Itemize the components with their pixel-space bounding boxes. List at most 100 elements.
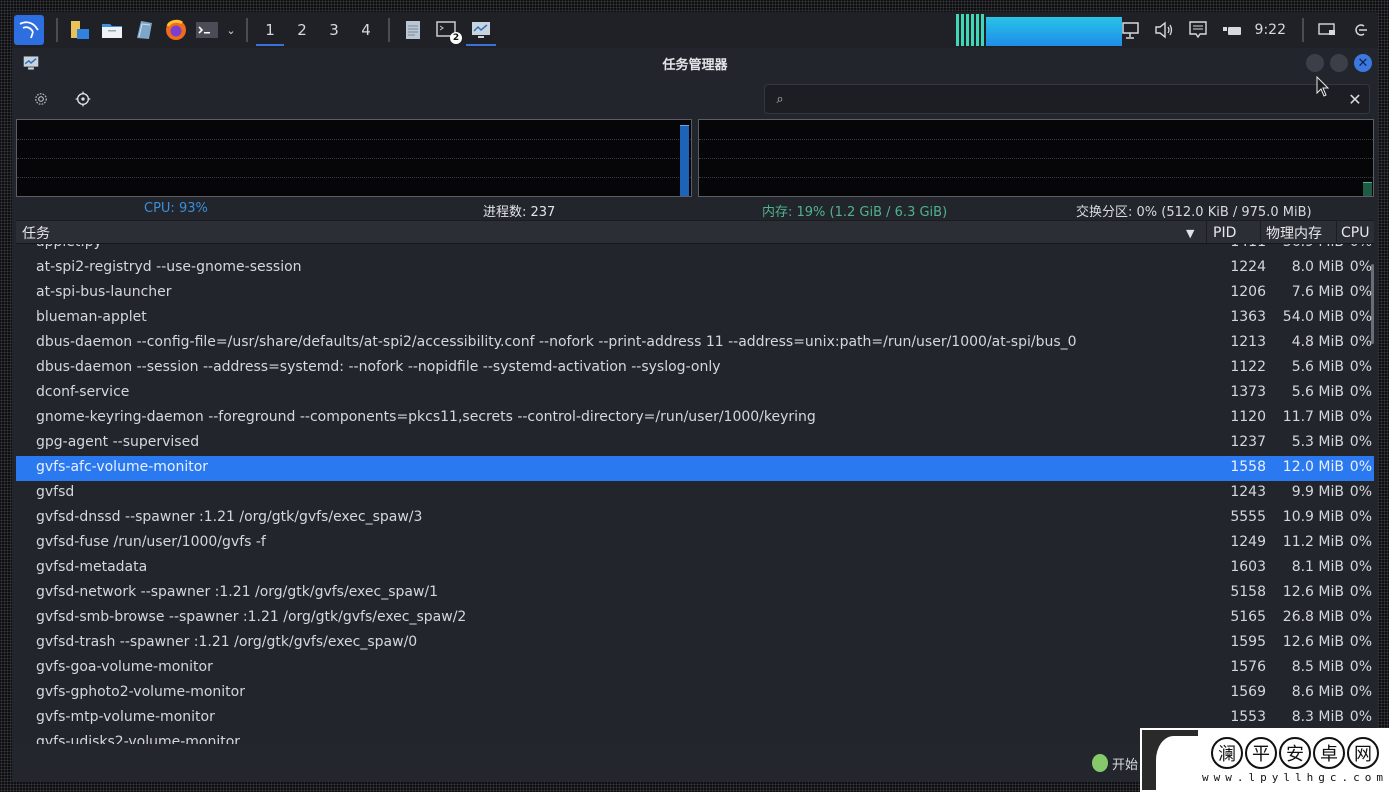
column-memory[interactable]: 物理内存 bbox=[1260, 221, 1336, 245]
process-name: dconf-service bbox=[36, 384, 130, 400]
process-cpu: 0% bbox=[1349, 584, 1372, 600]
process-name: gvfsd-metadata bbox=[36, 559, 148, 575]
process-memory: 12.6 MiB bbox=[1282, 584, 1344, 600]
process-memory: 8.6 MiB bbox=[1291, 684, 1344, 700]
process-memory: 12.6 MiB bbox=[1282, 634, 1344, 650]
watermark: 澜 平 安 卓 网 www.lpyllhgc.com bbox=[1140, 728, 1389, 792]
process-cpu: 0% bbox=[1349, 534, 1372, 550]
process-name: gvfsd-smb-browse --spawner :1.21 /org/gt… bbox=[36, 609, 467, 625]
process-row[interactable]: dconf-service 1373 5.6 MiB 0% bbox=[16, 381, 1374, 406]
process-memory: 8.1 MiB bbox=[1291, 559, 1344, 575]
process-cpu: 0% bbox=[1349, 484, 1372, 500]
process-name: applet.py bbox=[36, 244, 102, 250]
process-row[interactable]: gvfsd-trash --spawner :1.21 /org/gtk/gvf… bbox=[16, 631, 1374, 656]
mouse-cursor-icon bbox=[1316, 76, 1330, 97]
column-pid[interactable]: PID bbox=[1206, 221, 1260, 245]
process-row[interactable]: gvfsd-metadata 1603 8.1 MiB 0% bbox=[16, 556, 1374, 581]
process-row[interactable]: gvfsd-smb-browse --spawner :1.21 /org/gt… bbox=[16, 606, 1374, 631]
clear-search-button[interactable]: ✕ bbox=[1341, 90, 1369, 109]
process-cpu: 0% bbox=[1349, 309, 1372, 325]
target-window-button[interactable] bbox=[72, 88, 94, 110]
process-cpu: 0% bbox=[1349, 359, 1372, 375]
folder-icon bbox=[102, 24, 122, 38]
graph-bar bbox=[961, 14, 964, 46]
maximize-button[interactable] bbox=[1330, 54, 1348, 72]
watermark-char: 平 bbox=[1244, 736, 1277, 769]
taskbar-separator bbox=[388, 18, 390, 42]
kali-menu-button[interactable] bbox=[14, 15, 44, 45]
search-input[interactable] bbox=[795, 85, 1341, 113]
process-row[interactable]: gvfs-goa-volume-monitor 1576 8.5 MiB 0% bbox=[16, 656, 1374, 681]
process-row[interactable]: at-spi2-registryd --use-gnome-session 122… bbox=[16, 256, 1374, 281]
process-row[interactable]: gvfs-gphoto2-volume-monitor 1569 8.6 MiB 0% bbox=[16, 681, 1374, 706]
task-manager-window: 任务管理器 ✕ ⌕ ✕ CPU: 93% 进程数: 237 内存: 19% (1… bbox=[12, 48, 1378, 782]
volume-icon bbox=[1154, 21, 1172, 39]
process-memory: 54.0 MiB bbox=[1282, 309, 1344, 325]
task-task-manager[interactable] bbox=[464, 12, 498, 48]
show-desktop-button[interactable] bbox=[1310, 12, 1344, 48]
workspace-4[interactable]: 4 bbox=[350, 12, 382, 48]
process-row[interactable]: gvfsd-fuse /run/user/1000/gvfs -f 1249 11.… bbox=[16, 531, 1374, 556]
clock[interactable]: 9:22 bbox=[1249, 22, 1296, 38]
task-terminal[interactable]: 2 bbox=[430, 12, 464, 48]
process-cpu: 0% bbox=[1349, 459, 1372, 475]
notifications-button[interactable] bbox=[1181, 12, 1215, 48]
workspace-1[interactable]: 1 bbox=[254, 12, 286, 48]
process-name: gvfs-gphoto2-volume-monitor bbox=[36, 684, 245, 700]
process-row[interactable]: gpg-agent --supervised 1237 5.3 MiB 0% bbox=[16, 431, 1374, 456]
process-pid: 5555 bbox=[1230, 509, 1266, 525]
process-name: dbus-daemon --config-file=/usr/share/def… bbox=[36, 334, 1077, 350]
process-count-label: 进程数: 237 bbox=[483, 205, 556, 220]
process-row[interactable]: gvfs-afc-volume-monitor 1558 12.0 MiB 0% bbox=[16, 456, 1374, 481]
settings-button[interactable] bbox=[30, 88, 52, 110]
power-manager-button[interactable] bbox=[1215, 12, 1249, 48]
minimize-button[interactable] bbox=[1306, 54, 1324, 72]
process-row[interactable]: dbus-daemon --config-file=/usr/share/def… bbox=[16, 331, 1374, 356]
memory-history-bar bbox=[1363, 181, 1372, 196]
process-memory: 9.9 MiB bbox=[1291, 484, 1344, 500]
process-cpu: 0% bbox=[1349, 384, 1372, 400]
process-name: gvfs-udisks2-volume-monitor bbox=[36, 734, 241, 744]
process-row[interactable]: blueman-applet 1363 54.0 MiB 0% bbox=[16, 306, 1374, 331]
task-manager-app-icon bbox=[23, 56, 39, 70]
cpu-usage-graph bbox=[956, 14, 1122, 46]
volume-button[interactable] bbox=[1147, 12, 1181, 48]
logout-button[interactable] bbox=[1344, 12, 1378, 48]
sort-descending-icon[interactable]: ▼ bbox=[1186, 221, 1194, 245]
lock-screen-icon bbox=[1318, 23, 1335, 35]
process-memory: 5.3 MiB bbox=[1291, 434, 1344, 450]
file-manager-launcher[interactable] bbox=[64, 12, 96, 48]
process-memory: 8.0 MiB bbox=[1291, 259, 1344, 275]
process-row[interactable]: at-spi-bus-launcher 1206 7.6 MiB 0% bbox=[16, 281, 1374, 306]
workspace-2[interactable]: 2 bbox=[286, 12, 318, 48]
firefox-launcher[interactable] bbox=[160, 12, 192, 48]
close-button[interactable]: ✕ bbox=[1354, 54, 1372, 72]
process-pid: 1411 bbox=[1206, 244, 1266, 250]
task-notes[interactable] bbox=[396, 12, 430, 48]
process-row[interactable]: gvfsd 1243 9.9 MiB 0% bbox=[16, 481, 1374, 506]
process-row[interactable]: applet.py 141136.9 MiB0% bbox=[16, 244, 1374, 256]
title-bar[interactable]: 任务管理器 ✕ bbox=[12, 48, 1378, 78]
network-button[interactable] bbox=[1113, 12, 1147, 48]
process-pid: 5158 bbox=[1230, 584, 1266, 600]
process-cpu: 0% bbox=[1344, 244, 1372, 250]
workspace-3[interactable]: 3 bbox=[318, 12, 350, 48]
process-row[interactable]: gnome-keyring-daemon --foreground --comp… bbox=[16, 406, 1374, 431]
process-name: gvfsd-dnssd --spawner :1.21 /org/gtk/gvf… bbox=[36, 509, 423, 525]
memory-usage-label: 内存: 19% (1.2 GiB / 6.3 GiB) bbox=[762, 205, 948, 220]
column-task[interactable]: 任务 bbox=[22, 221, 50, 245]
process-row[interactable]: gvfsd-dnssd --spawner :1.21 /org/gtk/gvf… bbox=[16, 506, 1374, 531]
process-name: gvfsd-fuse /run/user/1000/gvfs -f bbox=[36, 534, 266, 550]
process-row[interactable]: gvfsd-network --spawner :1.21 /org/gtk/g… bbox=[16, 581, 1374, 606]
window-title: 任务管理器 bbox=[662, 57, 728, 73]
folder-launcher[interactable] bbox=[96, 12, 128, 48]
column-cpu[interactable]: CPU bbox=[1336, 221, 1374, 245]
process-name: gvfs-goa-volume-monitor bbox=[36, 659, 213, 675]
process-pid: 1213 bbox=[1230, 334, 1266, 350]
text-editor-launcher[interactable] bbox=[128, 12, 160, 48]
terminal-launcher[interactable] bbox=[192, 12, 222, 48]
process-row[interactable]: dbus-daemon --session --address=systemd:… bbox=[16, 356, 1374, 381]
status-text: 开始 bbox=[1112, 758, 1139, 773]
system-tray: 9:22 bbox=[1113, 12, 1378, 48]
terminal-dropdown[interactable]: ⌄ bbox=[222, 12, 240, 48]
